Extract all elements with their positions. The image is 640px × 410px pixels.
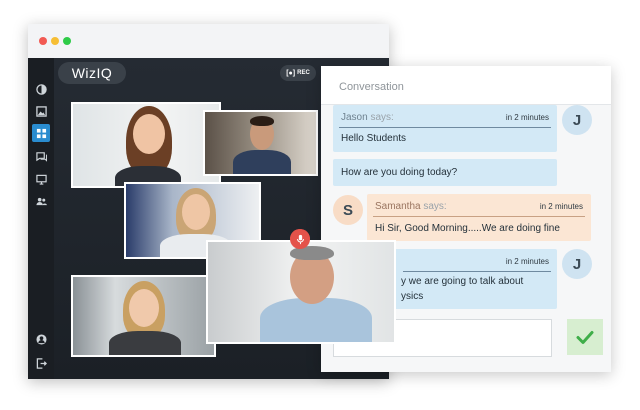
message-text: How are you doing today? (341, 167, 458, 178)
minimize-window-button[interactable] (51, 37, 59, 45)
maximize-window-button[interactable] (63, 37, 71, 45)
message-divider (403, 271, 551, 272)
sidebar (28, 58, 54, 379)
message-sender: Samantha (375, 201, 421, 212)
brand-logo: WizIQ (58, 62, 126, 84)
message-sender: Jason (341, 112, 368, 123)
message-text: ysics (401, 291, 424, 302)
participants-icon[interactable] (32, 192, 50, 210)
whiteboard-icon[interactable] (32, 80, 50, 98)
conversation-header: Conversation (321, 66, 611, 105)
record-label: REC (297, 70, 310, 76)
message-time: in 2 minutes (505, 113, 549, 122)
close-window-button[interactable] (39, 37, 47, 45)
grid-icon[interactable] (32, 124, 50, 142)
message-text: y we are going to talk about (401, 276, 524, 287)
message-time: in 2 minutes (539, 202, 583, 211)
says-label: says: (423, 201, 447, 212)
message-bubble: How are you doing today? (333, 159, 557, 186)
message-bubble: Samantha says: in 2 minutes Hi Sir, Good… (367, 194, 591, 241)
logout-icon[interactable] (32, 354, 50, 372)
video-tile-host[interactable] (71, 102, 221, 188)
message-divider (339, 127, 551, 128)
says-label: says: (370, 112, 394, 123)
record-icon: [●] (286, 69, 296, 77)
video-tile-student-1[interactable] (203, 110, 318, 176)
screen-share-icon[interactable] (32, 170, 50, 188)
window-titlebar (28, 24, 389, 58)
avatar: J (562, 105, 592, 135)
profile-icon[interactable] (32, 330, 50, 348)
message-divider (373, 216, 585, 217)
microphone-icon-overlay[interactable] (290, 229, 310, 249)
send-button[interactable] (567, 319, 603, 355)
message-text: Hi Sir, Good Morning.....We are doing fi… (375, 223, 560, 234)
message-sender-line: Jason says: (341, 112, 394, 123)
video-tile-student-3[interactable] (71, 275, 216, 357)
conversation-title: Conversation (339, 81, 404, 93)
message-bubble: Jason says: in 2 minutes Hello Students (333, 105, 557, 152)
message-time: in 2 minutes (505, 257, 549, 266)
avatar: J (562, 249, 592, 279)
message-text: Hello Students (341, 133, 407, 144)
avatar: S (333, 195, 363, 225)
video-tile-presenter-overlay[interactable] (206, 240, 396, 344)
message-sender-line: Samantha says: (375, 201, 447, 212)
image-icon[interactable] (32, 102, 50, 120)
chat-icon[interactable] (32, 147, 50, 165)
record-button[interactable]: [●] REC (280, 65, 316, 81)
checkmark-icon (576, 331, 594, 344)
